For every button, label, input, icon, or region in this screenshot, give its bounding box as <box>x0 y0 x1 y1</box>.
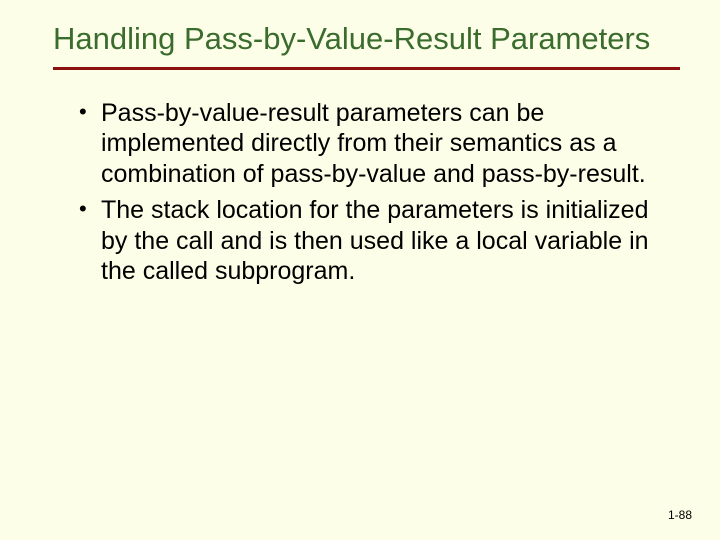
slide-title: Handling Pass-by-Value-Result Parameters <box>53 22 680 65</box>
list-item: The stack location for the parameters is… <box>79 195 680 287</box>
bullet-list: Pass-by-value-result parameters can be i… <box>53 98 680 287</box>
page-number: 1-88 <box>668 508 692 522</box>
title-rule <box>53 67 680 70</box>
list-item: Pass-by-value-result parameters can be i… <box>79 98 680 190</box>
